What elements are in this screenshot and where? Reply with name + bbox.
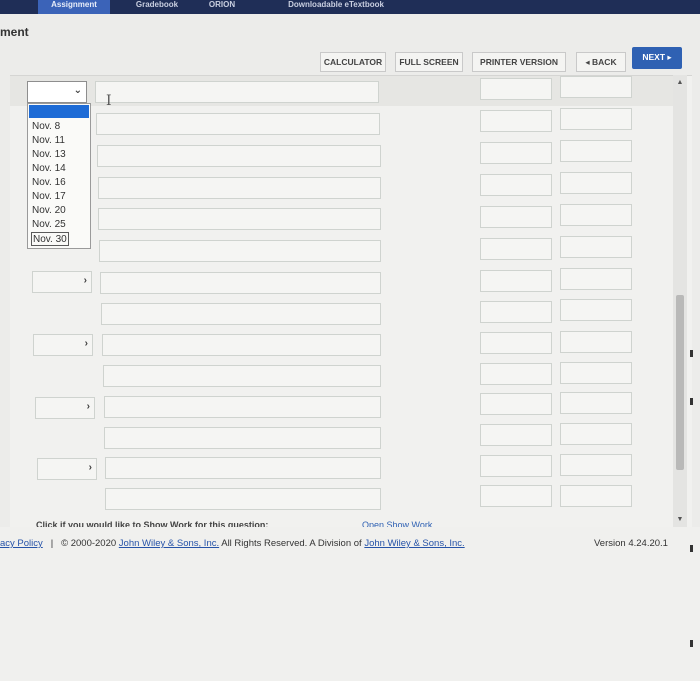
debit-field[interactable] bbox=[480, 393, 552, 415]
chevron-down-icon: › bbox=[83, 275, 87, 286]
chevron-down-icon: ⌄ bbox=[73, 85, 82, 96]
dropdown-option[interactable]: Nov. 17 bbox=[32, 190, 66, 204]
calculator-button[interactable]: CALCULATOR bbox=[320, 52, 386, 72]
credit-field[interactable] bbox=[560, 485, 632, 507]
edge-marker bbox=[690, 640, 693, 647]
dropdown-option[interactable]: Nov. 16 bbox=[32, 176, 66, 190]
wiley-link[interactable]: John Wiley & Sons, Inc. bbox=[119, 538, 219, 549]
edge-marker bbox=[690, 350, 693, 357]
credit-field[interactable] bbox=[560, 299, 632, 321]
date-select-3[interactable]: › bbox=[33, 334, 93, 356]
footer-copyright: acy Policy | © 2000-2020 John Wiley & So… bbox=[0, 538, 465, 549]
scroll-down-arrow-icon[interactable]: ▼ bbox=[675, 515, 685, 525]
credit-field[interactable] bbox=[560, 108, 632, 130]
dropdown-option[interactable]: Nov. 8 bbox=[32, 120, 60, 134]
credit-field[interactable] bbox=[560, 454, 632, 476]
account-title-field[interactable] bbox=[103, 365, 381, 387]
account-title-field[interactable] bbox=[98, 177, 381, 199]
dropdown-option[interactable]: Nov. 14 bbox=[32, 162, 66, 176]
credit-field[interactable] bbox=[560, 172, 632, 194]
privacy-policy-link[interactable]: acy Policy bbox=[0, 538, 43, 549]
account-title-field[interactable] bbox=[100, 272, 381, 294]
debit-field[interactable] bbox=[480, 301, 552, 323]
debit-field[interactable] bbox=[480, 485, 552, 507]
text-cursor-icon: I bbox=[106, 93, 112, 109]
account-title-field[interactable] bbox=[99, 240, 381, 262]
scroll-up-arrow-icon[interactable]: ▲ bbox=[675, 78, 685, 88]
edge-marker bbox=[690, 398, 693, 405]
tab-assignment[interactable]: Assignment bbox=[38, 0, 110, 14]
version-label: Version 4.24.20.1 bbox=[594, 538, 668, 549]
debit-field[interactable] bbox=[480, 238, 552, 260]
date-select-4[interactable]: › bbox=[35, 397, 95, 419]
debit-field[interactable] bbox=[480, 270, 552, 292]
account-title-field[interactable] bbox=[104, 427, 381, 449]
credit-field[interactable] bbox=[560, 268, 632, 290]
account-title-field[interactable] bbox=[105, 457, 381, 479]
next-button[interactable]: NEXT ▸ bbox=[632, 47, 682, 69]
dropdown-option[interactable]: Nov. 30 bbox=[31, 232, 69, 246]
tab-etextbook[interactable]: Downloadable eTextbook bbox=[256, 0, 416, 14]
dropdown-highlighted-option[interactable] bbox=[29, 105, 89, 118]
account-title-field[interactable] bbox=[102, 334, 381, 356]
rights-text: All Rights Reserved. A Division of bbox=[219, 538, 365, 549]
credit-field[interactable] bbox=[560, 392, 632, 414]
credit-field[interactable] bbox=[560, 140, 632, 162]
credit-field[interactable] bbox=[560, 236, 632, 258]
account-title-field[interactable] bbox=[98, 208, 381, 230]
debit-field[interactable] bbox=[480, 424, 552, 446]
dropdown-option[interactable]: Nov. 20 bbox=[32, 204, 66, 218]
top-navigation: Assignment Gradebook ORION Downloadable … bbox=[0, 0, 700, 14]
tab-orion[interactable]: ORION bbox=[200, 0, 244, 14]
account-title-field[interactable] bbox=[97, 145, 381, 167]
account-title-field[interactable] bbox=[101, 303, 381, 325]
dropdown-option[interactable]: Nov. 13 bbox=[32, 148, 66, 162]
edge-marker bbox=[690, 545, 693, 552]
debit-field[interactable] bbox=[480, 332, 552, 354]
account-title-field[interactable] bbox=[104, 396, 381, 418]
footer bbox=[0, 527, 700, 681]
copyright-text: © 2000-2020 bbox=[61, 538, 119, 549]
page-title: ment bbox=[0, 25, 29, 39]
account-title-field[interactable] bbox=[95, 81, 379, 103]
dropdown-option[interactable]: Nov. 25 bbox=[32, 218, 66, 232]
debit-field[interactable] bbox=[480, 110, 552, 132]
chevron-down-icon: › bbox=[84, 338, 88, 349]
debit-field[interactable] bbox=[480, 142, 552, 164]
dropdown-option[interactable]: Nov. 11 bbox=[32, 134, 65, 148]
account-title-field[interactable] bbox=[105, 488, 381, 510]
wiley-link-2[interactable]: John Wiley & Sons, Inc. bbox=[364, 538, 464, 549]
debit-field[interactable] bbox=[480, 206, 552, 228]
credit-field[interactable] bbox=[560, 331, 632, 353]
debit-field[interactable] bbox=[480, 174, 552, 196]
debit-field[interactable] bbox=[480, 363, 552, 385]
date-dropdown-list: Nov. 8 Nov. 11 Nov. 13 Nov. 14 Nov. 16 N… bbox=[27, 103, 91, 249]
footer-separator: | bbox=[50, 538, 54, 549]
date-select-5[interactable]: › bbox=[37, 458, 97, 480]
back-button[interactable]: ◂ BACK bbox=[576, 52, 626, 72]
tab-gradebook[interactable]: Gradebook bbox=[122, 0, 192, 14]
scroll-thumb[interactable] bbox=[676, 295, 684, 470]
credit-field[interactable] bbox=[560, 76, 632, 98]
chevron-down-icon: › bbox=[88, 462, 92, 473]
debit-field[interactable] bbox=[480, 78, 552, 100]
full-screen-button[interactable]: FULL SCREEN bbox=[395, 52, 463, 72]
account-title-field[interactable] bbox=[96, 113, 380, 135]
printer-version-button[interactable]: PRINTER VERSION bbox=[472, 52, 566, 72]
chevron-down-icon: › bbox=[86, 401, 90, 412]
credit-field[interactable] bbox=[560, 423, 632, 445]
credit-field[interactable] bbox=[560, 362, 632, 384]
credit-field[interactable] bbox=[560, 204, 632, 226]
date-select-2[interactable]: › bbox=[32, 271, 92, 293]
debit-field[interactable] bbox=[480, 455, 552, 477]
date-select-1[interactable]: ⌄ bbox=[27, 81, 87, 103]
